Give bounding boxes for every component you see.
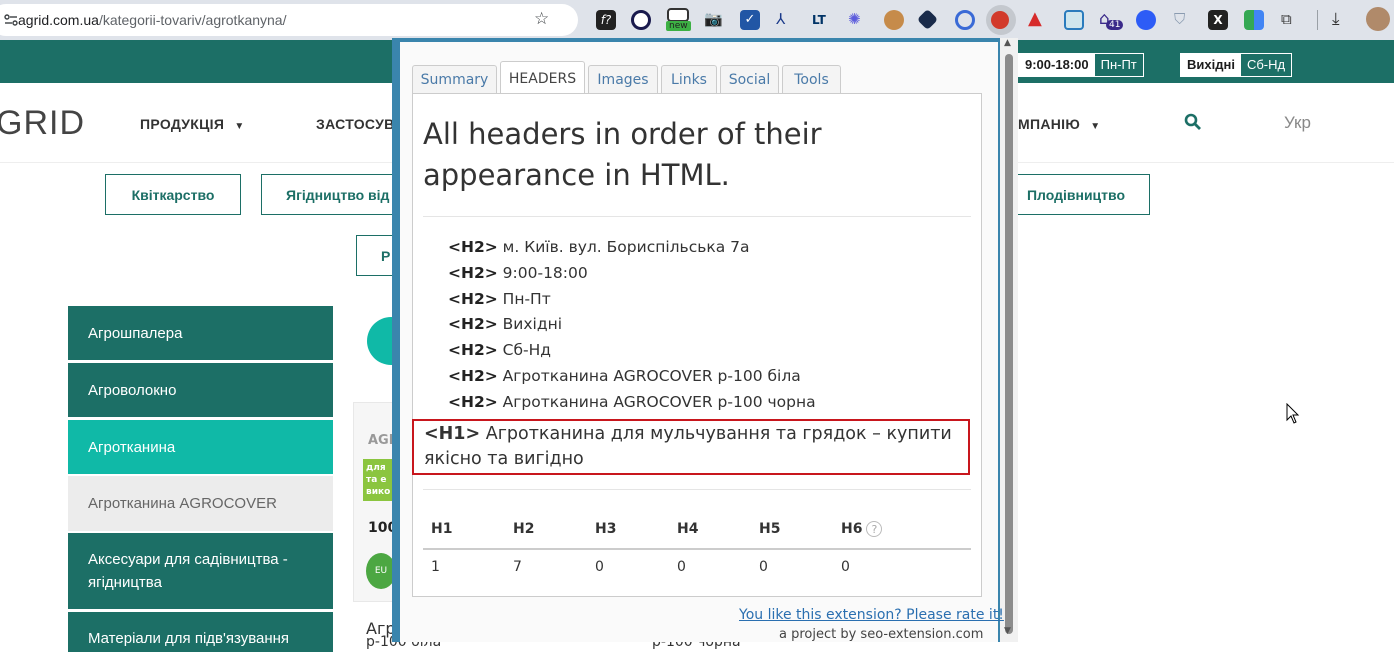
weekday-hours: 9:00-18:00 Пн-Пт	[1018, 53, 1144, 77]
weekend-label: Вихідні	[1181, 54, 1241, 76]
google-extension-icon[interactable]	[1244, 10, 1264, 30]
scrollbar-thumb[interactable]	[1005, 54, 1013, 634]
divider	[423, 489, 971, 490]
header-item: <H2> Сб-Нд	[448, 341, 552, 359]
header-item: <H2> Агротканина AGROCOVER р-100 біла	[448, 367, 801, 385]
category-floriculture-button[interactable]: Квіткарство	[105, 174, 241, 215]
extension-count-badge: 41	[1106, 20, 1124, 30]
panel-title: All headers in order of their appearance…	[423, 117, 822, 192]
product-label-line-1: для	[366, 463, 386, 473]
nav-company[interactable]: МПАНІЮ ▼	[1018, 116, 1100, 132]
nav-products[interactable]: ПРОДУКЦІЯ ▼	[140, 116, 245, 132]
category-berries-button[interactable]: Ягідництво від	[261, 174, 401, 215]
tab-summary[interactable]: Summary	[412, 65, 497, 94]
count-h1: 1	[431, 559, 440, 575]
project-credit: a project by seo-extension.com	[779, 627, 984, 642]
toolbar-divider	[1317, 10, 1318, 30]
hours-days: Пн-Пт	[1100, 57, 1137, 72]
mouse-cursor-icon	[1286, 403, 1300, 424]
image-extension-icon[interactable]	[1064, 10, 1084, 30]
checkbox-extension-icon[interactable]: ✓	[740, 10, 760, 30]
h1-item: <H1> Агротканина для мульчування та гряд…	[424, 424, 952, 469]
xpath-extension-icon[interactable]: ⅄	[776, 8, 785, 30]
chevron-down-icon: ▼	[234, 121, 245, 132]
tab-social[interactable]: Social	[720, 65, 779, 94]
weekend-days: Сб-Нд	[1246, 57, 1286, 72]
product-label-line-2: та е	[366, 475, 387, 485]
header-item: <H2> Вихідні	[448, 315, 563, 333]
seo-extension-icon	[991, 11, 1009, 29]
header-item: <H2> Пн-Пт	[448, 290, 551, 308]
scroll-down-icon[interactable]: ▼	[1004, 626, 1011, 636]
category-fruit-button[interactable]: Плодівництво	[1002, 174, 1150, 215]
count-header-h2: H2	[513, 521, 535, 537]
cube-extension-icon[interactable]	[916, 8, 939, 31]
cookie-icon[interactable]	[884, 10, 904, 30]
help-icon[interactable]: ?	[866, 521, 883, 537]
sidebar-item-agrofabric[interactable]: Агротканина	[68, 420, 333, 474]
tab-images[interactable]: Images	[588, 65, 658, 94]
camera-icon[interactable]: 📷	[704, 8, 723, 30]
popup-scrollbar[interactable]: ▲ ▼	[1000, 38, 1018, 642]
browser-toolbar: agrid.com.ua/kategorii-tovariv/agrotkany…	[0, 0, 1394, 40]
language-switch[interactable]: Укр	[1284, 113, 1311, 133]
site-logo[interactable]: GRID	[0, 104, 85, 143]
sidebar-item-agrofibre[interactable]: Агроволокно	[68, 363, 333, 417]
bookmark-star-icon[interactable]: ☆	[534, 9, 549, 29]
sidebar-item-accessories[interactable]: Аксесуари для садівництва - ягідництва	[68, 533, 333, 609]
header-item: <H2> 9:00-18:00	[448, 264, 588, 282]
tab-links[interactable]: Links	[661, 65, 717, 94]
shield-icon[interactable]: ⛉	[1174, 8, 1185, 30]
lt-extension-icon[interactable]: LT	[812, 10, 832, 30]
tab-tools[interactable]: Tools	[782, 65, 841, 94]
address-bar[interactable]: agrid.com.ua/kategorii-tovariv/agrotkany…	[0, 4, 578, 36]
avatar[interactable]	[1366, 7, 1390, 31]
count-h2: 7	[513, 559, 522, 575]
rate-extension-link[interactable]: You like this extension? Please rate it!	[739, 607, 1004, 623]
divider	[423, 216, 971, 217]
header-item: <H2> Агротканина AGROCOVER р-100 чорна	[448, 393, 816, 411]
extension-circle-icon[interactable]	[631, 10, 651, 30]
count-header-h1: H1	[431, 521, 453, 537]
download-icon[interactable]: ⤓	[1332, 8, 1340, 30]
weekend-hours: Вихідні Сб-Нд	[1180, 53, 1293, 77]
nav-apply[interactable]: ЗАСТОСУВ	[316, 116, 395, 132]
count-header-h6: H6?	[841, 521, 883, 537]
product-label-line-3: вико	[366, 487, 391, 497]
count-header-h4: H4	[677, 521, 699, 537]
new-extension-icon[interactable]	[667, 8, 689, 22]
table-divider	[423, 548, 971, 550]
fontface-extension-icon[interactable]: f?	[596, 10, 616, 30]
site-settings-icon[interactable]	[4, 13, 18, 27]
sidebar-item-tying[interactable]: Матеріали для підв'язування	[68, 612, 333, 652]
header-item: <H2> м. Київ. вул. Бориспільська 7а	[448, 238, 750, 256]
scroll-up-icon[interactable]: ▲	[1004, 38, 1011, 48]
count-h4: 0	[677, 559, 686, 575]
url-text: agrid.com.ua/kategorii-tovariv/agrotkany…	[18, 12, 287, 28]
count-h5: 0	[759, 559, 768, 575]
count-header-h3: H3	[595, 521, 617, 537]
puzzle-icon[interactable]: ⧉	[1281, 8, 1292, 30]
x-extension-icon[interactable]: X	[1208, 10, 1228, 30]
count-header-h5: H5	[759, 521, 781, 537]
chevron-down-icon: ▼	[1090, 121, 1101, 132]
blue-dot-extension-icon[interactable]	[1136, 10, 1156, 30]
h1-highlight-box: <H1> Агротканина для мульчування та гряд…	[412, 419, 970, 475]
tab-headers[interactable]: HEADERS	[500, 61, 585, 95]
red-triangle-icon[interactable]: ▲	[1028, 8, 1042, 30]
new-badge: new	[666, 21, 691, 31]
count-h3: 0	[595, 559, 604, 575]
search-icon[interactable]	[1184, 113, 1202, 131]
asterisk-extension-icon[interactable]: ✺	[848, 8, 861, 30]
sidebar-item-trellis[interactable]: Агрошпалера	[68, 306, 333, 360]
speed-extension-icon[interactable]	[955, 10, 975, 30]
sidebar-item-agrocover[interactable]: Агротканина AGROCOVER	[68, 476, 333, 531]
hours-time: 9:00-18:00	[1019, 54, 1095, 76]
count-h6: 0	[841, 559, 850, 575]
